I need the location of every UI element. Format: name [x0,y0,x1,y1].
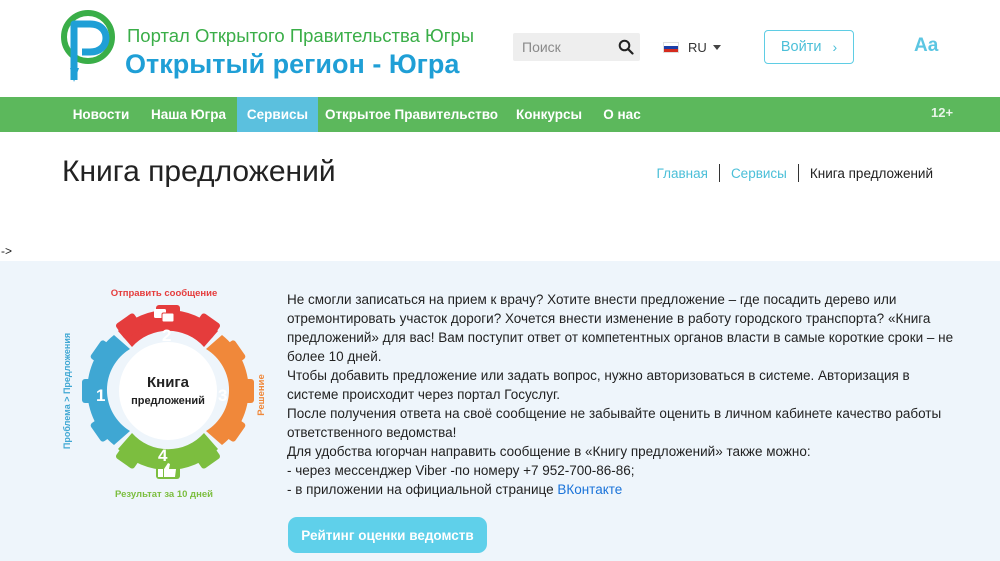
step-number-4: 4 [158,446,168,465]
vkontakte-link[interactable]: ВКонтакте [557,482,622,497]
nav-item-services[interactable]: Сервисы [237,97,318,132]
portal-subtitle: Портал Открытого Правительства Югры [127,25,475,46]
label-result: Результат за 10 дней [115,489,213,500]
breadcrumb-separator [797,164,799,182]
font-size-button[interactable]: Aa [914,35,938,57]
step-number-2: 2 [162,326,171,345]
search-icon[interactable] [618,39,634,55]
description-paragraph: Чтобы добавить предложение или задать во… [287,368,910,402]
breadcrumb-home[interactable]: Главная [657,166,708,181]
description-paragraph: После получения ответа на своё сообщение… [287,406,942,440]
language-selector[interactable]: RU [663,38,721,56]
vk-prefix: - в приложении на официальной странице [287,482,558,497]
chevron-right-icon: › [832,39,838,55]
gear-tooth-right [234,379,254,403]
language-label: RU [688,39,707,55]
description-paragraph: - через мессенджер Viber -по номеру +7 9… [287,463,635,478]
portal-logo-icon[interactable] [60,10,116,82]
breadcrumb-services[interactable]: Сервисы [731,166,787,181]
russia-flag-icon [663,41,679,53]
label-send-message: Отправить сообщение [111,288,218,299]
breadcrumb-current: Книга предложений [809,165,933,181]
description-paragraph: Для удобства югорчан направить сообщение… [287,444,811,459]
nav-item-open-government[interactable]: Открытое Правительство [318,97,505,132]
nav-item-contests[interactable]: Конкурсы [505,97,593,132]
nav-item-about[interactable]: О нас [593,97,651,132]
service-description: Не смогли записаться на прием к врачу? Х… [287,290,959,499]
diagram-center [119,342,217,440]
caret-down-icon [712,44,721,50]
page-title: Книга предложений [62,155,336,188]
stray-text: -> [1,244,13,258]
site-header: Портал Открытого Правительства Югры Откр… [0,0,1000,97]
breadcrumb: Главная Сервисы Книга предложений [657,163,933,183]
nav-item-news[interactable]: Новости [62,97,140,132]
search-box [513,33,640,61]
search-input[interactable] [513,33,613,61]
breadcrumb-separator [718,164,720,182]
description-paragraph: Не смогли записаться на прием к врачу? Х… [287,292,954,364]
label-decision: Решение [256,374,267,415]
diagram-center-line2: предложений [131,395,205,407]
description-paragraph: - в приложении на официальной странице В… [287,480,959,499]
agency-rating-button[interactable]: Рейтинг оценки ведомств [288,517,487,553]
age-rating-badge: 12+ [931,105,954,120]
step-number-1: 1 [96,386,105,405]
portal-title[interactable]: Открытый регион - Югра [125,49,459,80]
diagram-center-line1: Книга [147,374,190,391]
suggestion-cycle-diagram: Книга предложений 2 3 4 1 Отправить сооб… [62,288,267,500]
nav-item-our-yugra[interactable]: Наша Югра [140,97,237,132]
step-number-3: 3 [218,386,227,405]
login-button[interactable]: Войти › [764,30,854,64]
label-problem: Проблема > Предложения [62,333,72,449]
main-nav: Новости Наша Югра Сервисы Открытое Прави… [0,97,1000,132]
login-label: Войти [780,39,822,55]
